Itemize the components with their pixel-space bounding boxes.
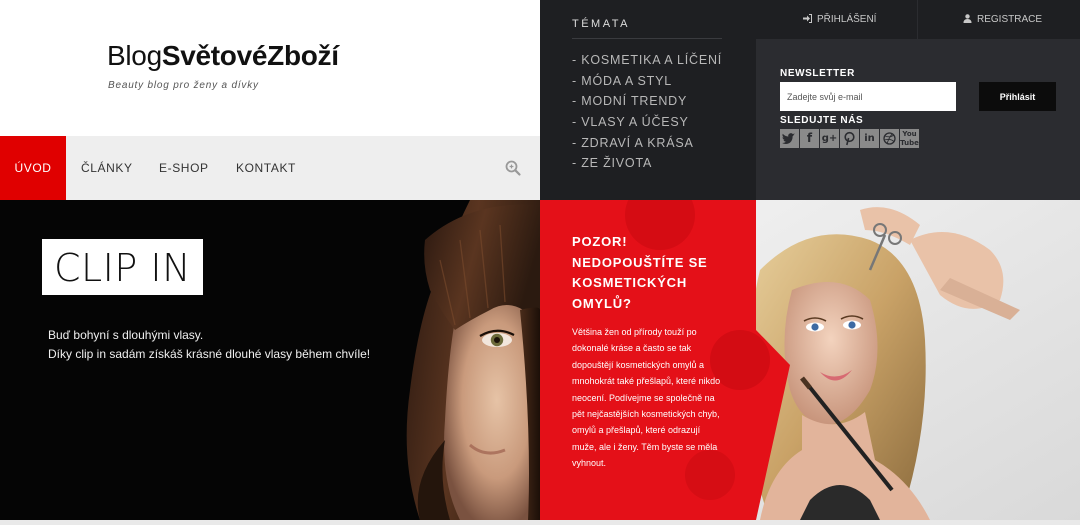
hero-title: CLIP IN [53, 246, 192, 290]
nav-item-uvod[interactable]: ÚVOD [0, 136, 66, 200]
sign-in-icon [803, 14, 812, 23]
linkedin-icon[interactable]: in [860, 129, 879, 148]
follow-heading: SLEDUJTE NÁS [780, 115, 864, 126]
site-tagline: Beauty blog pro ženy a dívky [108, 80, 259, 91]
dribbble-icon[interactable] [880, 129, 899, 148]
account-panel: PŘIHLÁŠENÍ REGISTRACE NEWSLETTER Přihlás… [756, 0, 1080, 200]
topic-link-moda[interactable]: - MÓDA A STYL [572, 73, 722, 94]
register-button[interactable]: REGISTRACE [963, 0, 1042, 39]
logo-light-text: Blog [107, 40, 162, 71]
facebook-icon[interactable]: f [800, 129, 819, 148]
youtube-icon[interactable]: You Tube [900, 129, 919, 148]
auth-bar: PŘIHLÁŠENÍ REGISTRACE [756, 0, 1080, 39]
topic-link-zivot[interactable]: - ZE ŽIVOTA [572, 155, 722, 176]
pinterest-icon[interactable] [840, 129, 859, 148]
google-plus-icon[interactable]: g+ [820, 129, 839, 148]
content-bottom-strip [0, 520, 1080, 525]
featured-article[interactable]: POZOR! NEDOPOUŠTÍTE SE KOSMETICKÝCH OMYL… [540, 200, 1080, 520]
site-logo[interactable]: BlogSvětovéZboží [107, 40, 339, 72]
nav-item-kontakt[interactable]: KONTAKT [236, 136, 296, 200]
topics-heading: TÉMATA [572, 18, 630, 30]
topic-link-kosmetika[interactable]: - KOSMETIKA A LÍČENÍ [572, 52, 722, 73]
twitter-icon[interactable] [780, 129, 799, 148]
topic-link-zdravi[interactable]: - ZDRAVÍ A KRÁSA [572, 135, 722, 156]
newsletter-heading: NEWSLETTER [780, 68, 855, 79]
newsletter-subscribe-button[interactable]: Přihlásit [979, 82, 1056, 111]
register-label: REGISTRACE [977, 14, 1043, 25]
user-icon [963, 14, 972, 23]
header-logo-area: BlogSvětovéZboží Beauty blog pro ženy a … [0, 0, 540, 136]
nav-item-eshop[interactable]: E-SHOP [159, 136, 209, 200]
hero-subtitle-line2: Díky clip in sadám získáš krásné dlouhé … [48, 347, 371, 361]
logo-bold-text: SvětovéZboží [161, 40, 339, 71]
auth-divider [917, 0, 918, 39]
article-title[interactable]: POZOR! NEDOPOUŠTÍTE SE KOSMETICKÝCH OMYL… [572, 232, 722, 314]
topics-panel: TÉMATA - KOSMETIKA A LÍČENÍ - MÓDA A STY… [540, 0, 756, 200]
nav-item-clanky[interactable]: ČLÁNKY [81, 136, 133, 200]
topics-divider [572, 38, 722, 39]
hero-title-box: CLIP IN [42, 239, 203, 295]
login-label: PŘIHLÁŠENÍ [817, 14, 877, 25]
article-excerpt: Většina žen od přírody touží po dokonalé… [572, 327, 721, 469]
social-icons: f g+ in You Tube [780, 129, 920, 148]
login-button[interactable]: PŘIHLÁŠENÍ [803, 0, 876, 39]
main-nav: ÚVOD ČLÁNKY E-SHOP KONTAKT [0, 136, 540, 200]
newsletter-email-input[interactable] [780, 82, 956, 111]
topic-link-trendy[interactable]: - MODNÍ TRENDY [572, 93, 722, 114]
hero-subtitle-line1: Buď bohyní s dlouhými vlasy. [48, 328, 204, 342]
search-icon[interactable] [504, 159, 522, 177]
topics-list: - KOSMETIKA A LÍČENÍ - MÓDA A STYL - MOD… [572, 52, 722, 176]
hero-banner[interactable]: CLIP IN Buď bohyní s dlouhými vlasy. Dík… [0, 200, 540, 520]
topic-link-vlasy[interactable]: - VLASY A ÚČESY [572, 114, 722, 135]
